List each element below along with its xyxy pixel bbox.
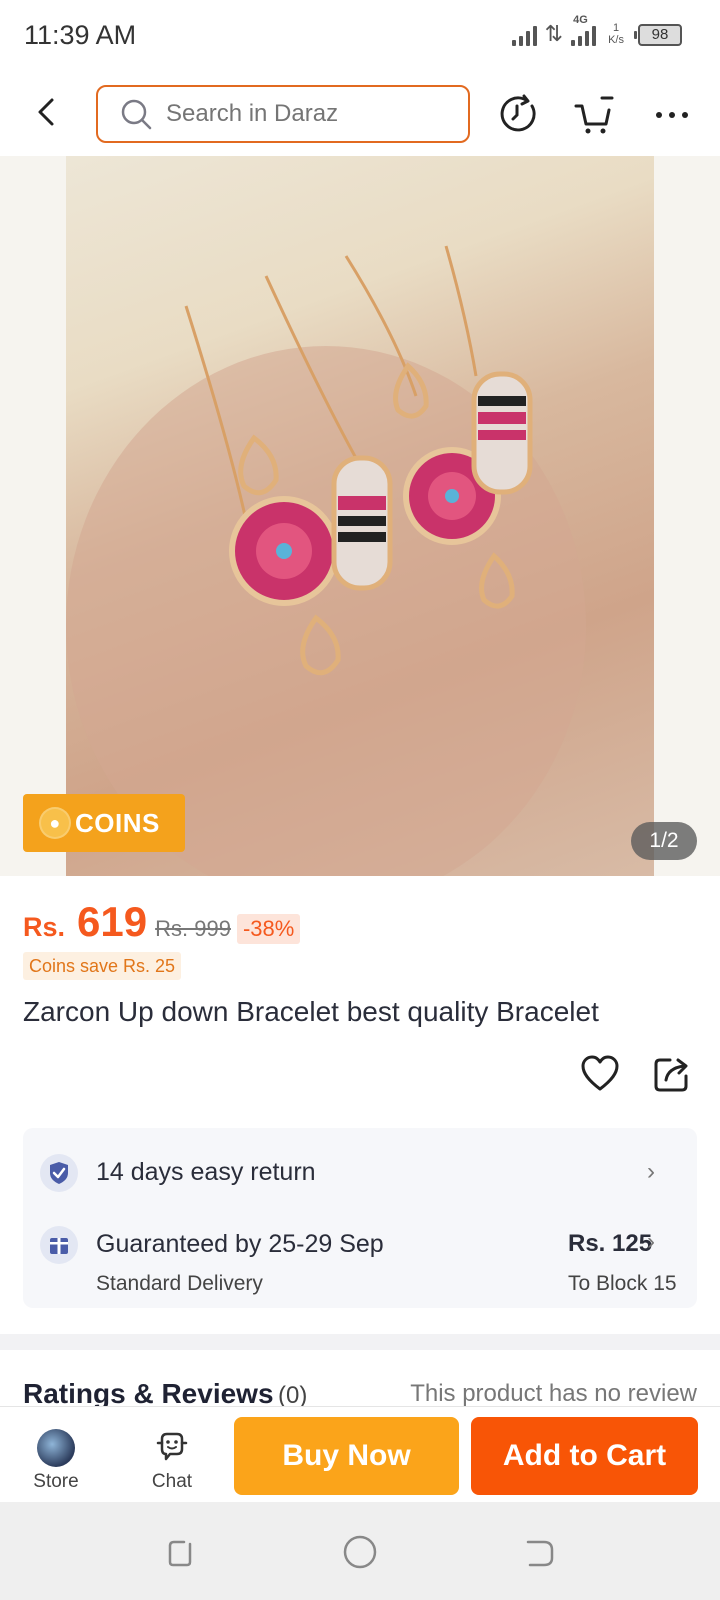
- store-avatar-icon: [37, 1429, 75, 1467]
- ratings-count: (0): [277, 1382, 308, 1408]
- cart-icon[interactable]: [572, 92, 616, 136]
- delivery-box-icon: [40, 1226, 78, 1264]
- image-counter: 1/2: [631, 822, 697, 860]
- network-type: 4G: [573, 14, 588, 26]
- chat-icon: [156, 1432, 188, 1461]
- search-bar[interactable]: [96, 85, 470, 143]
- share-icon[interactable]: [652, 1054, 692, 1094]
- ratings-title: Ratings & Reviews: [23, 1378, 274, 1408]
- delivery-price: Rs. 125: [568, 1230, 653, 1257]
- network-speed-value: 1: [612, 22, 620, 34]
- status-bar: 11:39 AM ⇅ 4G 1 K/s 98: [0, 0, 720, 72]
- delivery-destination: To Block 15: [568, 1272, 677, 1295]
- add-to-cart-button[interactable]: Add to Cart: [471, 1417, 698, 1495]
- chevron-right-icon: ›: [647, 1158, 655, 1185]
- search-icon: [121, 99, 152, 130]
- delivery-type: Standard Delivery: [96, 1272, 263, 1295]
- bottom-action-bar: Store Chat Buy Now Add to Cart: [0, 1406, 720, 1502]
- return-policy-label: 14 days easy return: [96, 1158, 316, 1186]
- chat-tab[interactable]: Chat: [122, 1407, 222, 1503]
- delivery-guarantee-label: Guaranteed by 25-29 Sep: [96, 1230, 384, 1258]
- back-icon[interactable]: [30, 92, 66, 132]
- service-card: 14 days easy return › Guaranteed by 25-2…: [23, 1128, 697, 1308]
- home-icon[interactable]: [340, 1532, 380, 1572]
- search-input[interactable]: [166, 100, 446, 128]
- network-speed-unit: K/s: [608, 34, 624, 46]
- coins-badge-label: COINS: [75, 807, 160, 838]
- ratings-header[interactable]: Ratings & Reviews (0) This product has n…: [23, 1378, 697, 1408]
- battery-icon: 98: [634, 24, 682, 46]
- chat-label: Chat: [151, 1471, 193, 1492]
- price-row: Rs. 619 Rs. 999 -38%: [23, 898, 301, 946]
- product-image-gallery[interactable]: ● COINS 1/2: [0, 156, 720, 876]
- wishlist-heart-icon[interactable]: [580, 1054, 620, 1094]
- shield-check-icon: [40, 1154, 78, 1192]
- network-speed: 1 K/s: [608, 22, 624, 46]
- history-icon[interactable]: [496, 92, 540, 136]
- price-currency: Rs.: [23, 912, 66, 942]
- back-nav-icon[interactable]: [520, 1532, 560, 1572]
- ratings-note: This product has no review: [410, 1380, 697, 1407]
- system-navigation-bar: [0, 1502, 720, 1600]
- section-divider: [0, 1334, 720, 1350]
- product-title: Zarcon Up down Bracelet best quality Bra…: [23, 996, 599, 1027]
- status-icons: ⇅ 4G 1 K/s 98: [511, 14, 682, 46]
- current-price: 619: [77, 898, 148, 945]
- buy-now-button[interactable]: Buy Now: [234, 1417, 459, 1495]
- top-nav: [0, 72, 720, 156]
- recent-apps-icon[interactable]: [160, 1532, 200, 1572]
- signal-4g-icon: 4G: [571, 14, 597, 46]
- signal-icon: [511, 22, 537, 46]
- coin-icon: ●: [39, 807, 71, 839]
- original-price: Rs. 999: [155, 916, 231, 941]
- more-icon[interactable]: [650, 92, 694, 136]
- store-tab[interactable]: Store: [6, 1407, 106, 1503]
- discount-badge: -38%: [236, 914, 301, 944]
- coins-badge: ● COINS: [23, 794, 185, 852]
- data-arrows-icon: ⇅: [544, 21, 564, 46]
- chevron-right-icon: ›: [647, 1228, 655, 1255]
- product-photo: [66, 156, 654, 876]
- store-label: Store: [33, 1471, 79, 1492]
- coins-save-badge: Coins save Rs. 25: [23, 952, 182, 980]
- status-time: 11:39 AM: [24, 20, 137, 50]
